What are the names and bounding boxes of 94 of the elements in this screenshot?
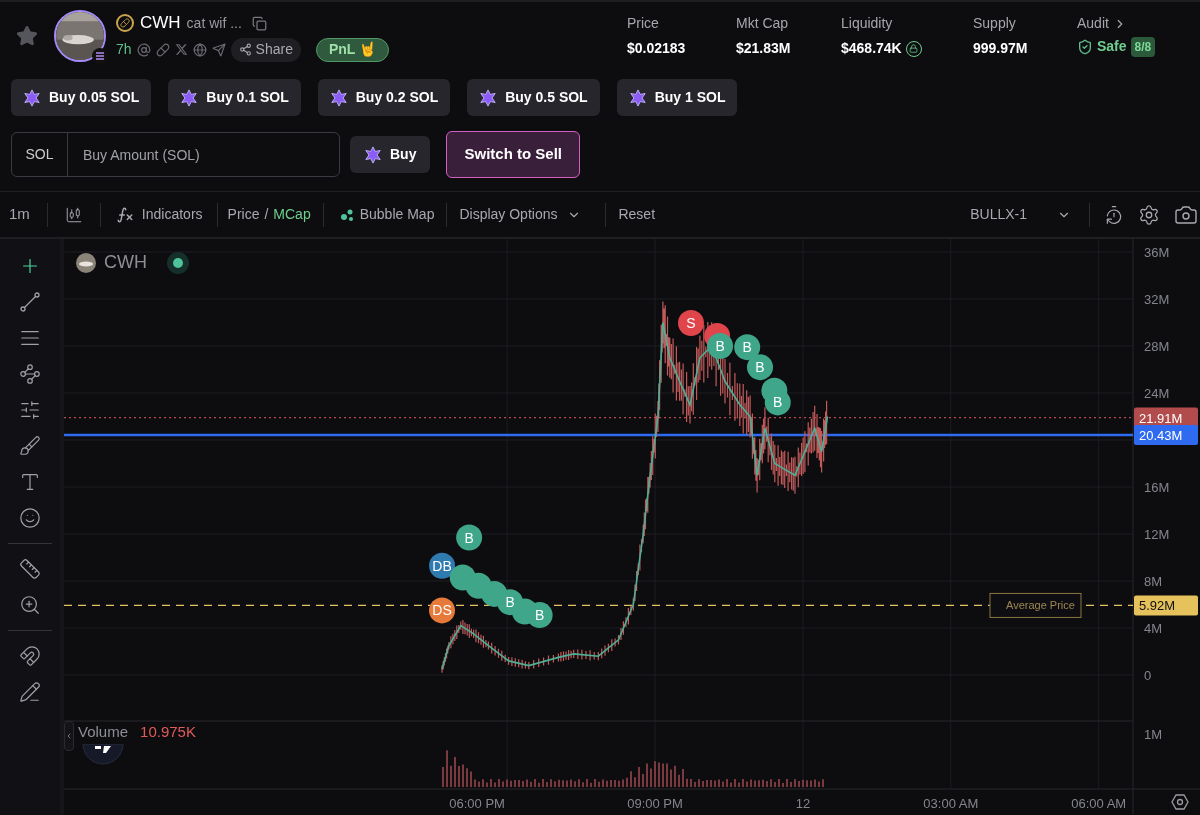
token-age: 7h (116, 40, 132, 60)
shield-check-icon (1077, 38, 1093, 55)
stat-label: Price (627, 14, 660, 33)
coin-icon (116, 14, 134, 32)
token-symbol: CWH (140, 12, 181, 35)
candles-icon[interactable] (64, 205, 83, 224)
quick-buy-button[interactable]: Buy 0.05 SOL (11, 79, 152, 116)
volume-value: 10.975K (140, 722, 196, 742)
stat-value: $0.02183 (627, 39, 686, 58)
price-tag: 5.92M (1134, 595, 1198, 616)
stat-value: $21.83M (736, 39, 791, 58)
layout-dropdown[interactable]: BULLX-1 (970, 204, 1071, 225)
audit-label[interactable]: Audit (1077, 13, 1109, 34)
axis-label: 12M (1144, 527, 1170, 542)
stat-label: Liquidity (841, 14, 894, 33)
star-gem-icon (23, 88, 41, 107)
axis-label: 28M (1144, 339, 1170, 354)
pattern-icon[interactable] (19, 363, 41, 385)
function-icon (115, 205, 134, 224)
star-gem-icon (479, 88, 498, 107)
axis-label: 0 (1144, 668, 1152, 683)
axis-label: 36M (1144, 245, 1170, 260)
mode-toggle[interactable]: MCap (273, 204, 311, 225)
stat-label: Mkt Cap (736, 14, 790, 33)
star-gem-icon (628, 88, 647, 107)
star-gem-icon (364, 145, 382, 164)
coin-avatar-icon (76, 252, 96, 273)
send-icon[interactable] (211, 42, 226, 57)
axis-label: 32M (1144, 292, 1170, 307)
bubbles-icon (339, 207, 354, 222)
axis-label: 16M (1144, 480, 1170, 495)
globe-icon[interactable] (192, 42, 207, 57)
favorite-star-icon[interactable] (16, 25, 38, 47)
star-gem-icon (329, 88, 348, 107)
axis-label: 09:00 PM (627, 796, 683, 811)
interval-button[interactable]: 1m (9, 203, 30, 226)
buy-amount-field[interactable]: Buy Amount (SOL) (68, 133, 339, 176)
logo-icon (82, 743, 124, 768)
share-button[interactable]: Share (230, 37, 301, 62)
quick-buy-button[interactable]: Buy 0.5 SOL (467, 79, 600, 116)
stat-value: $468.74K (841, 39, 902, 58)
mode-separator: / (264, 205, 269, 224)
indicators-button[interactable]: Indicators (115, 204, 203, 225)
pill-icon[interactable] (155, 42, 170, 57)
chevron-left-icon (65, 731, 73, 741)
smiley-icon[interactable] (19, 507, 41, 529)
price-tag: 21.91M (1134, 407, 1198, 428)
currency-label: SOL (12, 133, 68, 176)
axis-label: 06:00 AM (1071, 796, 1127, 811)
settings-icon[interactable] (1138, 203, 1160, 226)
axis-label: 03:00 AM (923, 796, 979, 811)
stat-label: Supply (973, 14, 1017, 33)
audit-score: 8/8 (1130, 36, 1156, 57)
share-icon (238, 43, 252, 57)
average-price-tag: Average Price (989, 592, 1082, 618)
at-sign-icon[interactable] (136, 42, 151, 57)
quick-buy-button[interactable]: Buy 0.1 SOL (168, 79, 301, 116)
pnl-button[interactable]: PnL 🤘 (315, 37, 389, 62)
ruler-icon[interactable] (19, 558, 41, 580)
copy-icon[interactable] (251, 15, 267, 31)
sliders-icon[interactable] (19, 399, 41, 421)
trend-line-icon[interactable] (19, 291, 41, 313)
axis-label: 24M (1144, 386, 1170, 401)
quick-buy-button[interactable]: Buy 1 SOL (616, 79, 738, 116)
settings-icon[interactable] (1171, 794, 1189, 810)
magnet-icon[interactable] (19, 645, 41, 667)
zoom-in-icon[interactable] (19, 594, 41, 616)
audit-status: Safe (1097, 37, 1127, 56)
stat-value: 999.97M (973, 39, 1028, 58)
chart-symbol: CWH (104, 251, 147, 274)
axis-label: 4M (1144, 621, 1163, 636)
axis-label: 1M (1144, 727, 1163, 742)
star-gem-icon (180, 88, 199, 107)
mode-toggle[interactable]: Price (227, 204, 260, 225)
switch-to-sell-button[interactable]: Switch to Sell (446, 131, 580, 178)
trade-marker[interactable]: S (678, 309, 704, 336)
axis-label: 06:00 PM (449, 796, 505, 811)
axis-label: 8M (1144, 574, 1163, 589)
reset-button[interactable]: Reset (618, 204, 656, 225)
display-options-dropdown[interactable]: Display Options (459, 204, 582, 225)
buy-button[interactable]: Buy (350, 136, 431, 173)
pencil-icon[interactable] (19, 681, 41, 703)
text-icon[interactable] (19, 471, 41, 493)
volume-label: Volume (78, 722, 129, 742)
brush-icon[interactable] (19, 435, 41, 457)
axis-label: 12 (795, 796, 811, 811)
token-name: cat wif ... (186, 13, 242, 33)
quick-buy-button[interactable]: Buy 0.2 SOL (317, 79, 451, 116)
trade-marker[interactable]: DB (429, 552, 455, 579)
bubble-map-button[interactable]: Bubble Map (339, 204, 435, 225)
amount-input-group[interactable]: SOL Buy Amount (SOL) (11, 132, 340, 177)
x-icon[interactable] (174, 43, 188, 57)
price-tag: 20.43M (1134, 424, 1198, 445)
timer-icon[interactable] (1104, 204, 1124, 225)
